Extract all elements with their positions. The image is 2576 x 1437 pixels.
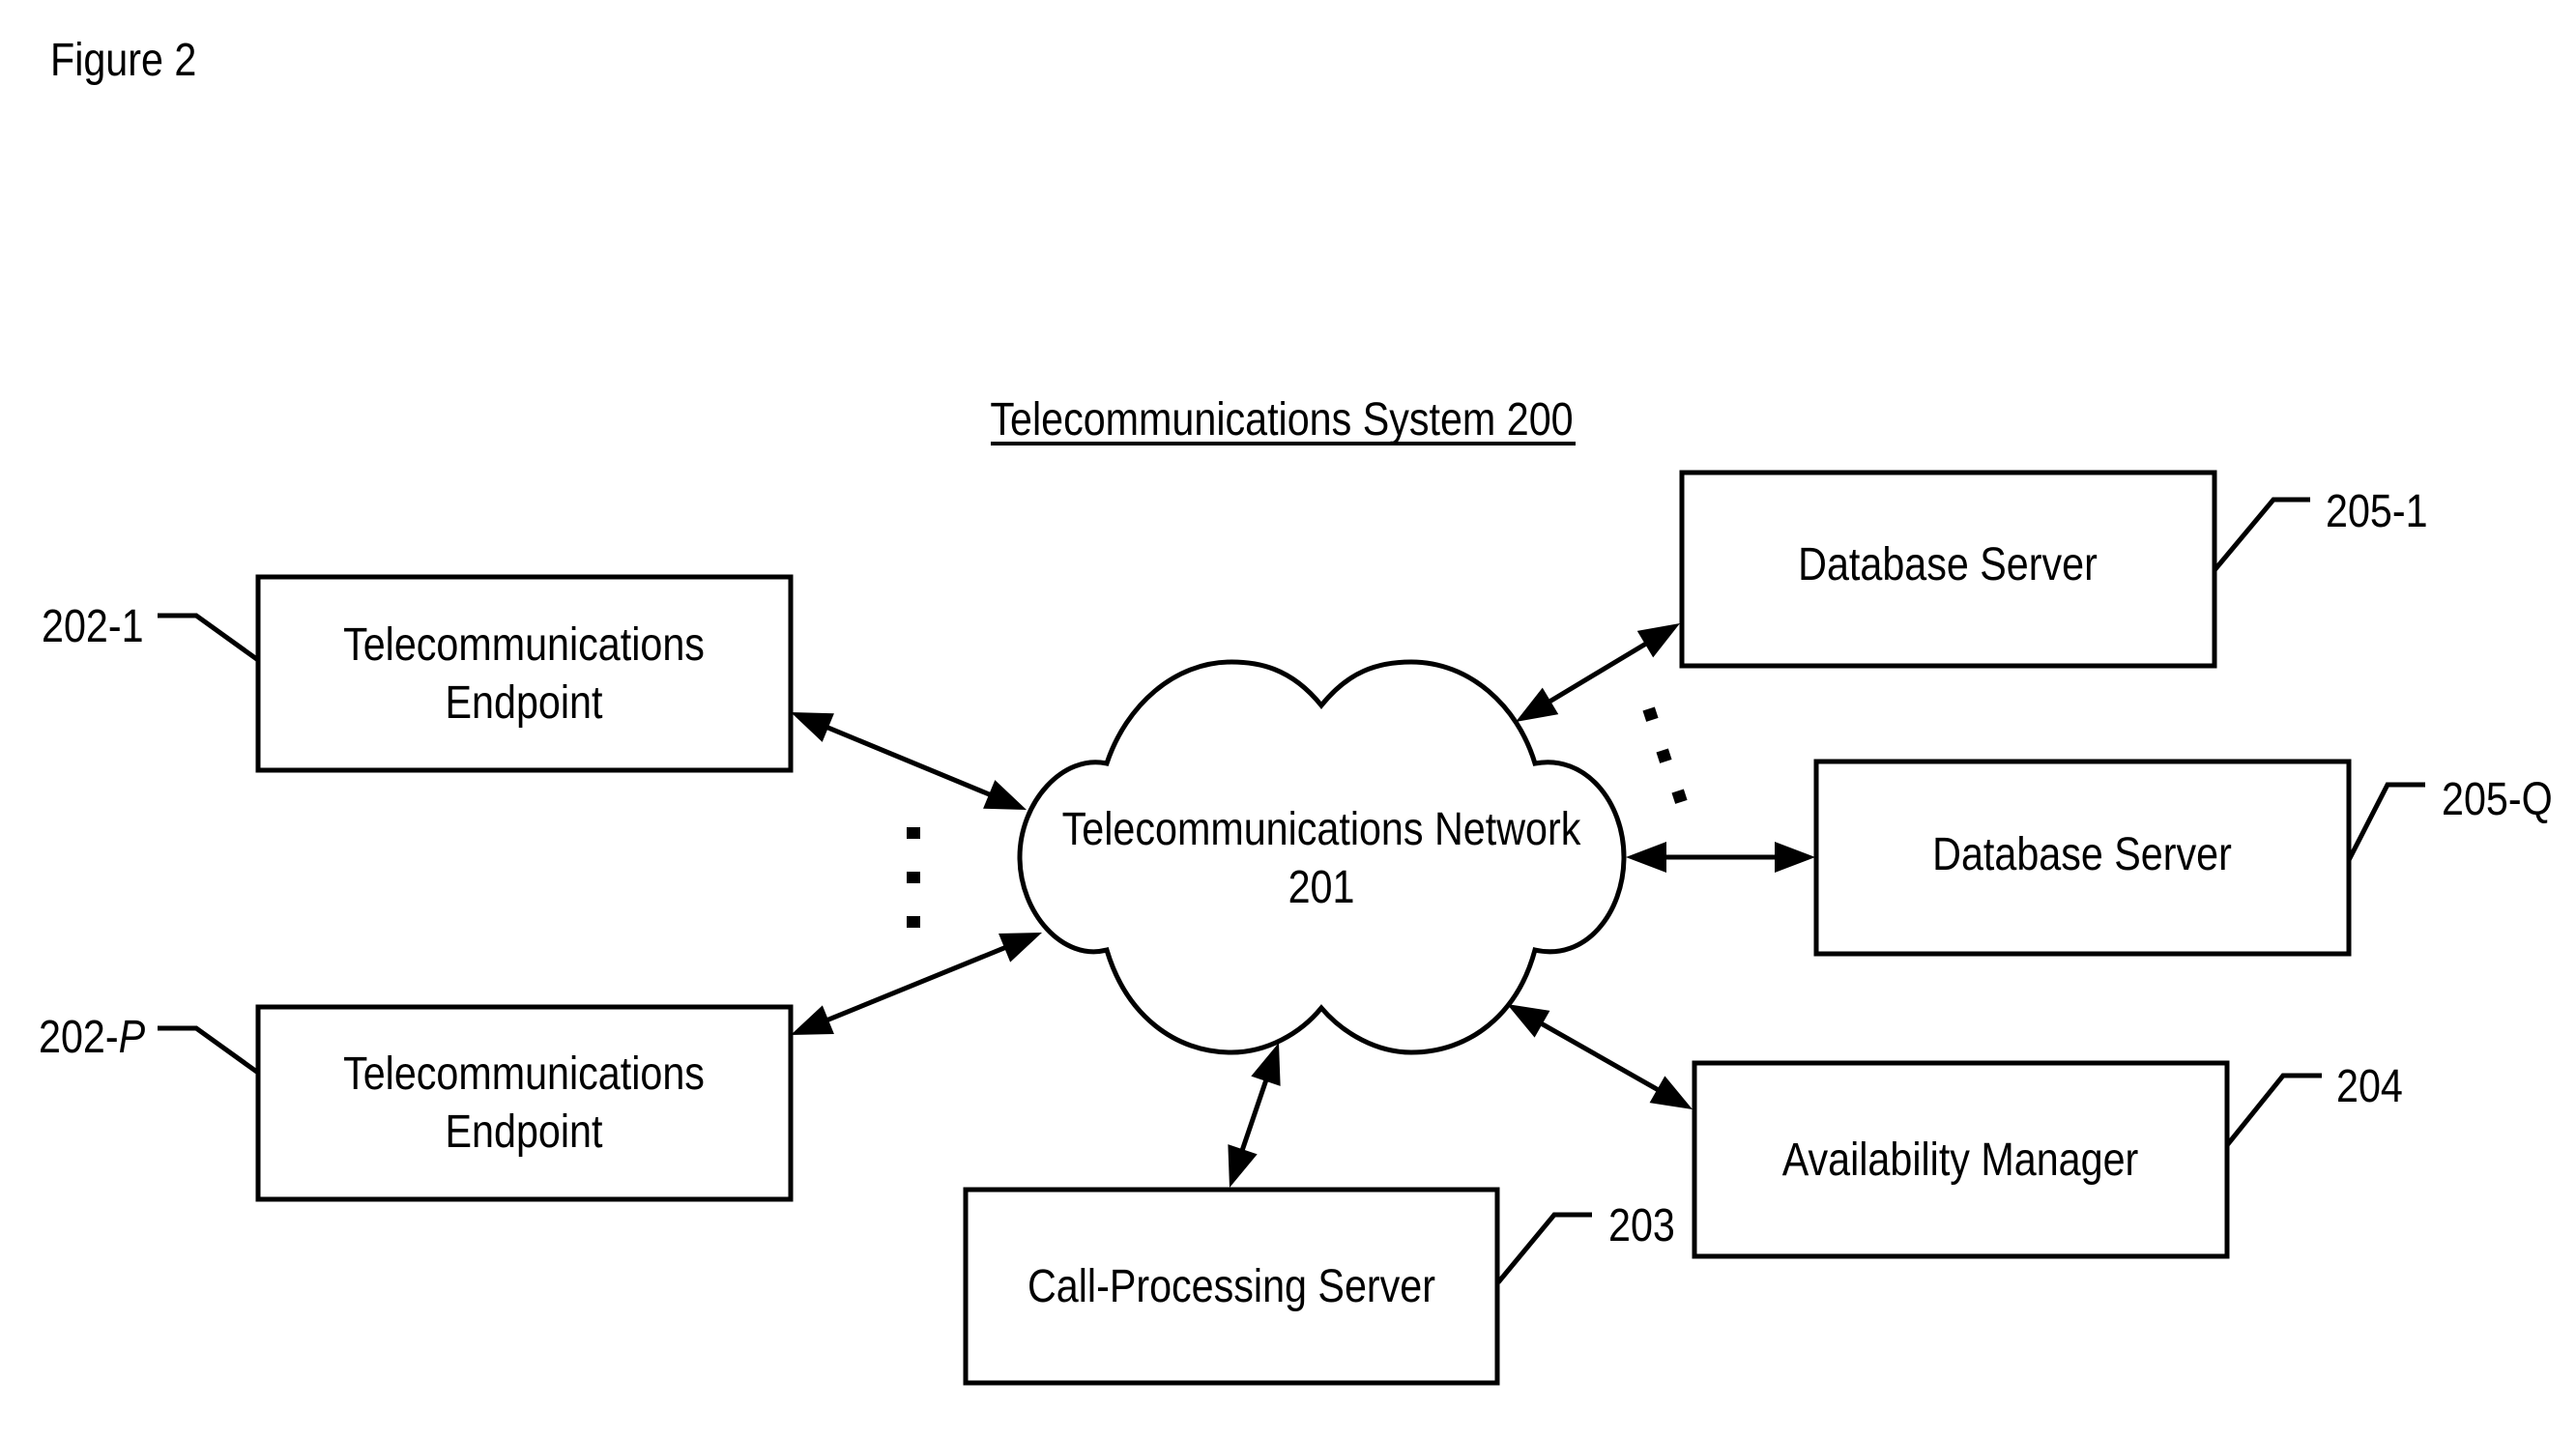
arrow-shaft [1237, 1073, 1271, 1158]
system-title: Telecommunications System 200 [990, 393, 1573, 445]
arrowhead-end [1516, 687, 1559, 722]
database-server-q-ref: 205-Q [2442, 773, 2553, 825]
call-processing-server-leader [1496, 1212, 1592, 1284]
ellipsis-dot [1671, 789, 1688, 804]
endpoint-1-ref: 202-1 [42, 600, 144, 652]
arrow-endpoint-1-network [791, 712, 1027, 810]
ellipsis-dot [907, 827, 920, 839]
arrow-shaft [1533, 1018, 1666, 1096]
cloud-shape [1017, 659, 1627, 1055]
endpoint-1: Telecommunications Endpoint 202-1 [42, 574, 794, 773]
endpoint-p-box [255, 1004, 794, 1202]
arrow-shaft [820, 942, 1013, 1025]
figure-label: Figure 2 [50, 34, 196, 86]
telecom-system-diagram: Figure 2 Telecommunications System 200 T… [39, 34, 2553, 1386]
arrow-database-server-q-network [1626, 842, 1815, 873]
arrow-endpoint-p-network [791, 933, 1042, 1035]
database-ellipsis [1642, 706, 1688, 804]
database-server-1: Database Server 205-1 [1679, 470, 2428, 669]
network-name: Telecommunications Network [1062, 803, 1581, 855]
endpoint-p-leader [158, 1025, 260, 1076]
arrowhead-end [983, 780, 1027, 810]
endpoint-1-label-line-1: Telecommunications [343, 618, 705, 671]
endpoint-p-ref: 202-P [39, 1011, 145, 1063]
database-server-q: Database Server 205-Q [1813, 759, 2553, 957]
arrow-database-server-1-network [1516, 623, 1680, 722]
database-server-q-leader [2346, 782, 2425, 862]
call-processing-server-ref: 203 [1608, 1199, 1675, 1251]
arrowhead-start [1649, 1076, 1693, 1109]
arrow-shaft [1542, 638, 1654, 707]
database-server-1-label: Database Server [1798, 538, 2098, 590]
database-server-q-label: Database Server [1932, 828, 2232, 880]
endpoint-1-label-line-2: Endpoint [446, 676, 603, 729]
arrowhead-start [1636, 623, 1680, 658]
endpoint-1-box [255, 574, 794, 773]
arrowhead-end [1507, 1004, 1550, 1038]
availability-manager-label: Availability Manager [1782, 1134, 2139, 1186]
availability-manager: Availability Manager 204 [1692, 1060, 2403, 1259]
database-server-1-leader [2213, 497, 2310, 572]
availability-manager-leader [2225, 1073, 2322, 1147]
arrowhead-end [999, 933, 1042, 963]
network-ref: 201 [1288, 861, 1355, 913]
endpoint-ellipsis [907, 827, 920, 928]
arrowhead-end [1626, 842, 1666, 873]
call-processing-server: Call-Processing Server 203 [963, 1187, 1675, 1386]
endpoint-p-label-line-2: Endpoint [446, 1106, 603, 1158]
ellipsis-dot [907, 872, 920, 883]
network-cloud: Telecommunications Network 201 [1017, 659, 1627, 1055]
ellipsis-dot [1656, 748, 1672, 763]
endpoint-1-leader [158, 613, 260, 663]
arrow-availability-manager-network [1507, 1004, 1693, 1109]
arrowhead-start [791, 1005, 834, 1035]
availability-manager-ref: 204 [2336, 1060, 2403, 1112]
arrowhead-start [1228, 1144, 1258, 1188]
ellipsis-dot [1642, 706, 1659, 722]
arrow-shaft [820, 722, 998, 800]
endpoint-p: Telecommunications Endpoint 202-P [39, 1004, 794, 1202]
ellipsis-dot [907, 916, 920, 928]
arrowhead-start [791, 712, 834, 742]
endpoint-p-label-line-1: Telecommunications [343, 1048, 705, 1100]
system-title-group: Telecommunications System 200 [990, 393, 1576, 445]
arrow-call-processing-server-network [1228, 1043, 1281, 1188]
arrowhead-start [1775, 842, 1815, 873]
database-server-1-ref: 205-1 [2326, 485, 2428, 537]
call-processing-server-label: Call-Processing Server [1028, 1260, 1435, 1312]
